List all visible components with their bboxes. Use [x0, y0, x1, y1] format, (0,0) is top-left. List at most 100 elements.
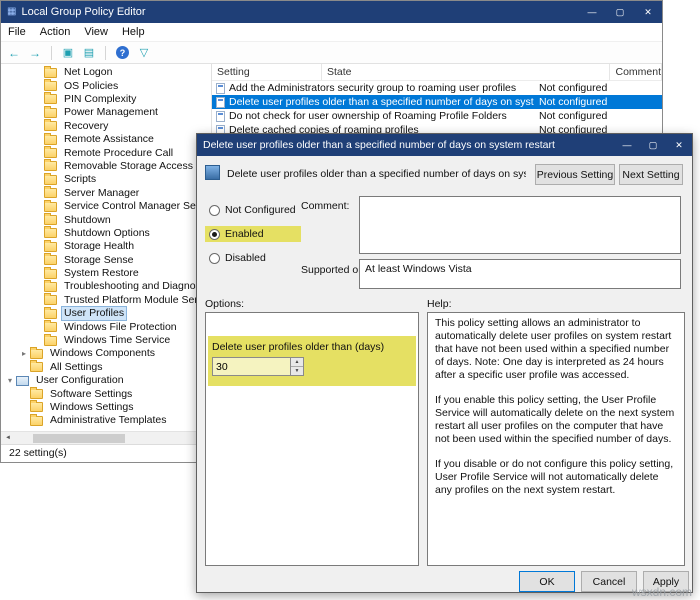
folder-icon: [44, 306, 57, 319]
tree-item[interactable]: Storage Health: [1, 239, 211, 253]
tree-item[interactable]: Storage Sense: [1, 253, 211, 266]
maximize-icon[interactable]: ▢: [640, 134, 666, 156]
tree-item[interactable]: Administrative Templates: [1, 413, 211, 427]
menu-bar: File Action View Help: [1, 23, 662, 42]
dialog-body: Delete user profiles older than a specif…: [197, 156, 692, 592]
setting-state: Not configured: [539, 96, 608, 108]
minimize-icon[interactable]: —: [578, 1, 606, 23]
menu-item[interactable]: File: [1, 23, 33, 42]
folder-icon: [44, 239, 57, 252]
policy-header-title: Delete user profiles older than a specif…: [227, 168, 526, 180]
column-header[interactable]: Setting: [212, 64, 322, 80]
tree-item[interactable]: PIN Complexity: [1, 92, 211, 106]
scrollbar-thumb[interactable]: [33, 434, 125, 443]
list-rows: Add the Administrators security group to…: [212, 81, 662, 137]
folder-icon: [44, 293, 57, 306]
help-icon[interactable]: ?: [116, 46, 129, 59]
tree-items: Net Logon OS Policies PIN Complexity Pow…: [1, 64, 211, 428]
tree-item[interactable]: Power Management: [1, 105, 211, 119]
help-panel: This policy setting allows an administra…: [427, 312, 685, 566]
setting-name: Do not check for user ownership of Roami…: [229, 110, 507, 122]
tree-item[interactable]: Windows Settings: [1, 400, 211, 414]
supported-on-box: At least Windows Vista: [359, 259, 681, 289]
tree-item[interactable]: Remote Assistance: [1, 132, 211, 146]
column-header[interactable]: Comment: [610, 64, 662, 80]
help-paragraph: If you enable this policy setting, the U…: [435, 394, 675, 445]
setting-row[interactable]: Do not check for user ownership of Roami…: [212, 109, 662, 123]
folder-icon: [30, 400, 43, 413]
maximize-icon[interactable]: ▢: [606, 1, 634, 23]
tree-item[interactable]: ▸ Windows Components: [1, 346, 211, 360]
state-radio-group: Not Configured Enabled Disabled: [205, 202, 301, 266]
setting-cell: Add the Administrators security group to…: [212, 82, 534, 94]
tree-item[interactable]: Shutdown Options: [1, 226, 211, 240]
folder-icon: [44, 132, 57, 145]
dialog-titlebar: Delete user profiles older than a specif…: [197, 134, 692, 156]
ok-button[interactable]: OK: [519, 571, 575, 592]
column-header[interactable]: State: [322, 64, 611, 80]
scroll-left-icon[interactable]: ◄: [1, 432, 15, 444]
menu-item[interactable]: Help: [115, 23, 152, 42]
tree-horizontal-scrollbar[interactable]: ◄ ►: [1, 431, 211, 444]
comment-input[interactable]: [359, 196, 681, 254]
tree-item[interactable]: Removable Storage Access: [1, 159, 211, 173]
policy-setting-dialog: Delete user profiles older than a specif…: [196, 133, 693, 593]
tree-item-label: Administrative Templates: [50, 414, 167, 427]
console-tree-icon[interactable]: ▣: [59, 46, 77, 59]
next-setting-button[interactable]: Next Setting: [619, 164, 683, 185]
previous-setting-button[interactable]: Previous Setting: [535, 164, 615, 185]
tree-item[interactable]: Service Control Manager Settings: [1, 199, 211, 213]
tree-item[interactable]: Server Manager: [1, 186, 211, 200]
policy-icon: [205, 165, 220, 180]
spin-up-icon[interactable]: ▲: [291, 358, 303, 367]
close-icon[interactable]: ✕: [666, 134, 692, 156]
tree-item[interactable]: User Profiles: [1, 306, 211, 322]
setting-row[interactable]: Add the Administrators security group to…: [212, 81, 662, 95]
menu-item[interactable]: Action: [33, 23, 78, 42]
tree-item[interactable]: Net Logon: [1, 65, 211, 79]
tree-item[interactable]: Windows Time Service: [1, 333, 211, 347]
tree-item[interactable]: Windows File Protection: [1, 320, 211, 333]
radio-option[interactable]: Disabled: [205, 250, 270, 266]
radio-icon: [209, 204, 220, 216]
supported-on-label: Supported on:: [301, 264, 367, 276]
days-input[interactable]: [213, 358, 290, 375]
radio-option[interactable]: Enabled: [205, 226, 301, 242]
tree-item[interactable]: System Restore: [1, 266, 211, 280]
back-icon[interactable]: ←: [5, 46, 23, 60]
export-list-icon[interactable]: ▤: [80, 46, 98, 59]
filter-icon[interactable]: ▽: [135, 46, 153, 59]
close-icon[interactable]: ✕: [634, 1, 662, 23]
spin-down-icon[interactable]: ▼: [291, 367, 303, 375]
cancel-button[interactable]: Cancel: [581, 571, 637, 592]
tree-item[interactable]: ▾ User Configuration: [1, 374, 211, 387]
radio-icon: [209, 252, 220, 264]
folder-icon: [44, 146, 57, 159]
tree-item[interactable]: All Settings: [1, 360, 211, 374]
tree-item[interactable]: Software Settings: [1, 387, 211, 400]
console-tree-pane: Net Logon OS Policies PIN Complexity Pow…: [1, 64, 212, 444]
minimize-icon[interactable]: —: [614, 134, 640, 156]
tree-item[interactable]: Trusted Platform Module Services: [1, 293, 211, 307]
expander-icon[interactable]: ▸: [19, 349, 29, 358]
options-label: Options:: [205, 298, 245, 310]
tree-item[interactable]: Shutdown: [1, 212, 211, 226]
tree-item[interactable]: OS Policies: [1, 79, 211, 92]
help-paragraph: This policy setting allows an administra…: [435, 317, 672, 381]
days-spinner[interactable]: ▲ ▼: [212, 357, 304, 376]
radio-option[interactable]: Not Configured: [205, 202, 300, 218]
forward-icon[interactable]: →: [26, 46, 44, 60]
tree-item[interactable]: Remote Procedure Call: [1, 146, 211, 159]
radio-label: Enabled: [225, 228, 264, 240]
folder-icon: [30, 360, 43, 373]
window-controls: — ▢ ✕: [578, 1, 662, 23]
menu-item[interactable]: View: [77, 23, 115, 42]
expander-icon[interactable]: ▾: [5, 376, 15, 385]
tree-item[interactable]: Recovery: [1, 119, 211, 133]
tree-item[interactable]: Scripts: [1, 172, 211, 186]
folder-icon: [44, 186, 57, 199]
setting-row[interactable]: Delete user profiles older than a specif…: [212, 95, 662, 109]
setting-name: Add the Administrators security group to…: [229, 82, 517, 94]
tree-item[interactable]: Troubleshooting and Diagnostics: [1, 279, 211, 293]
folder-icon: [30, 387, 43, 400]
